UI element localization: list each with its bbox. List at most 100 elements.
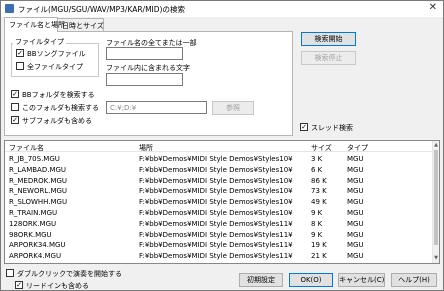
- table-row[interactable]: R_MEDROK.MGU F:¥bb¥Demos¥MIDI Style Demos…: [5, 176, 433, 186]
- double-click-play-label: ダブルクリックで演奏を開始する: [17, 270, 122, 278]
- app-icon: [5, 4, 14, 13]
- tab-filename-location[interactable]: ファイル名と場所: [4, 17, 65, 32]
- all-file-types-checkbox[interactable]: [16, 62, 24, 70]
- table-row[interactable]: ARPORK34.MGU F:¥bb¥Demos¥MIDI Style Demos…: [5, 240, 433, 250]
- help-button[interactable]: ヘルプ(H): [391, 273, 437, 287]
- cell-type: MGU: [347, 165, 364, 174]
- cancel-button[interactable]: キャンセル(C): [338, 273, 385, 287]
- include-subfolders-label: サブフォルダも含める: [22, 117, 92, 125]
- cell-location: F:¥bb¥Demos¥MIDI Style Demos¥Styles11¥: [139, 241, 293, 250]
- cell-size: 19 K: [311, 241, 327, 250]
- cell-type: MGU: [347, 252, 364, 261]
- results-list[interactable]: ファイル名 場所 サイズ タイプ R_JB_70S.MGU F:¥bb¥Demos…: [4, 140, 440, 264]
- scroll-thumb[interactable]: [434, 150, 438, 245]
- cell-filename: 128ORK.MGU: [9, 219, 57, 228]
- cell-size: 6 K: [311, 165, 323, 174]
- close-icon[interactable]: ✕: [429, 2, 437, 13]
- cell-location: F:¥bb¥Demos¥MIDI Style Demos¥Styles11¥: [139, 219, 293, 228]
- cell-filename: R_MEDROK.MGU: [9, 176, 67, 185]
- column-header-location[interactable]: 場所: [139, 143, 153, 153]
- check-icon: ✓: [17, 49, 23, 57]
- cell-location: F:¥bb¥Demos¥MIDI Style Demos¥Styles10¥: [139, 209, 293, 217]
- include-lead-in-checkbox[interactable]: ✓: [15, 281, 23, 289]
- cell-type: MGU: [347, 176, 364, 185]
- cell-size: 21 K: [311, 252, 327, 261]
- cell-filename: R_JB_70S.MGU: [9, 155, 60, 163]
- cell-size: 8 K: [311, 219, 323, 228]
- cell-location: F:¥bb¥Demos¥MIDI Style Demos¥Styles10¥: [139, 187, 293, 196]
- search-dialog: ファイル(MGU/SGU/WAV/MP3/KAR/MID)の検索 ✕ ファイル名…: [0, 0, 444, 291]
- reset-button[interactable]: 初期設定: [239, 273, 283, 287]
- search-this-folder-checkbox[interactable]: [11, 103, 19, 111]
- cell-size: 9 K: [311, 209, 323, 217]
- cell-filename: R_NEWORL.MGU: [9, 187, 68, 196]
- table-row[interactable]: R_SLOWHH.MGU F:¥bb¥Demos¥MIDI Style Demos…: [5, 197, 433, 207]
- search-this-folder-label: このフォルダも検索する: [22, 104, 99, 112]
- column-header-size[interactable]: サイズ: [311, 143, 332, 153]
- include-subfolders-checkbox[interactable]: ✓: [11, 116, 19, 124]
- table-row[interactable]: R_NEWORL.MGU F:¥bb¥Demos¥MIDI Style Demos…: [5, 186, 433, 196]
- bb-song-file-label: BBソングファイル: [27, 50, 86, 58]
- cell-filename: R_SLOWHH.MGU: [9, 198, 68, 207]
- cell-size: 9 K: [311, 230, 323, 239]
- check-icon: ✓: [12, 116, 18, 124]
- cell-filename: R_LAMBAD.MGU: [9, 165, 67, 174]
- cell-filename: ARPORK4.MGU: [9, 252, 62, 261]
- cell-type: MGU: [347, 241, 364, 250]
- table-row[interactable]: ARPORK4.MGU F:¥bb¥Demos¥MIDI Style Demos¥…: [5, 251, 433, 261]
- cell-type: MGU: [347, 187, 364, 196]
- results-header: ファイル名 場所 サイズ タイプ: [5, 141, 433, 152]
- column-header-type[interactable]: タイプ: [347, 143, 368, 153]
- scroll-up-icon[interactable]: ▲: [433, 142, 439, 148]
- cell-location: F:¥bb¥Demos¥MIDI Style Demos¥Styles11¥: [139, 230, 293, 239]
- title-bar: ファイル(MGU/SGU/WAV/MP3/KAR/MID)の検索 ✕: [1, 1, 443, 17]
- cell-filename: 98ORK.MGU: [9, 230, 52, 239]
- cell-type: MGU: [347, 209, 364, 217]
- stop-search-button[interactable]: 検索停止: [301, 51, 356, 65]
- scroll-down-icon[interactable]: ▼: [433, 255, 439, 261]
- folder-path-input[interactable]: C:¥;D:¥: [106, 101, 207, 114]
- search-bb-folder-checkbox[interactable]: ✓: [11, 90, 19, 98]
- cell-type: MGU: [347, 230, 364, 239]
- cell-location: F:¥bb¥Demos¥MIDI Style Demos¥Styles10¥: [139, 176, 293, 185]
- results-scrollbar[interactable]: ▲ ▼: [432, 141, 439, 263]
- cell-size: 49 K: [311, 198, 327, 207]
- cell-type: MGU: [347, 198, 364, 207]
- cell-type: MGU: [347, 155, 364, 163]
- check-icon: ✓: [16, 281, 22, 289]
- filename-input[interactable]: [106, 47, 183, 60]
- column-header-filename[interactable]: ファイル名: [9, 143, 44, 153]
- ok-button[interactable]: OK(O): [289, 273, 333, 287]
- cell-type: MGU: [347, 219, 364, 228]
- double-click-play-checkbox[interactable]: [6, 269, 14, 277]
- cell-location: F:¥bb¥Demos¥MIDI Style Demos¥Styles10¥: [139, 165, 293, 174]
- bb-song-file-checkbox[interactable]: ✓: [16, 49, 24, 57]
- cell-location: F:¥bb¥Demos¥MIDI Style Demos¥Styles10¥: [139, 198, 293, 207]
- window-title: ファイル(MGU/SGU/WAV/MP3/KAR/MID)の検索: [18, 5, 185, 14]
- cell-filename: ARPORK34.MGU: [9, 241, 66, 250]
- thread-search-checkbox[interactable]: ✓: [300, 123, 308, 131]
- thread-search-label: スレッド検索: [311, 124, 353, 132]
- cell-size: 86 K: [311, 176, 327, 185]
- file-type-label: ファイルタイプ: [13, 37, 66, 47]
- browse-button[interactable]: 参照: [212, 101, 254, 115]
- search-bb-folder-label: BBフォルダを検索する: [22, 91, 95, 99]
- check-icon: ✓: [12, 90, 18, 98]
- table-row[interactable]: R_LAMBAD.MGU F:¥bb¥Demos¥MIDI Style Demos…: [5, 165, 433, 175]
- file-content-label: ファイル内に含まれる文字: [106, 64, 190, 72]
- table-row[interactable]: 98ORK.MGU F:¥bb¥Demos¥MIDI Style Demos¥St…: [5, 230, 433, 240]
- cell-filename: R_TRAIN.MGU: [9, 209, 58, 217]
- all-file-types-label: 全ファイルタイプ: [27, 63, 83, 71]
- table-row[interactable]: 128ORK.MGU F:¥bb¥Demos¥MIDI Style Demos¥S…: [5, 219, 433, 229]
- check-icon: ✓: [301, 123, 307, 131]
- start-search-button[interactable]: 検索開始: [301, 32, 356, 46]
- include-lead-in-label: リードインも含める: [26, 282, 89, 290]
- cell-size: 3 K: [311, 155, 323, 163]
- file-content-input[interactable]: [106, 73, 183, 86]
- table-row[interactable]: R_JB_70S.MGU F:¥bb¥Demos¥MIDI Style Demos…: [5, 154, 433, 164]
- cell-size: 73 K: [311, 187, 327, 196]
- cell-location: F:¥bb¥Demos¥MIDI Style Demos¥Styles11¥: [139, 252, 293, 261]
- table-row[interactable]: R_TRAIN.MGU F:¥bb¥Demos¥MIDI Style Demos¥…: [5, 208, 433, 218]
- cell-location: F:¥bb¥Demos¥MIDI Style Demos¥Styles10¥: [139, 155, 293, 163]
- tab-panel: ファイルタイプ ✓ BBソングファイル 全ファイルタイプ ファイル名の全てまたは…: [4, 31, 293, 136]
